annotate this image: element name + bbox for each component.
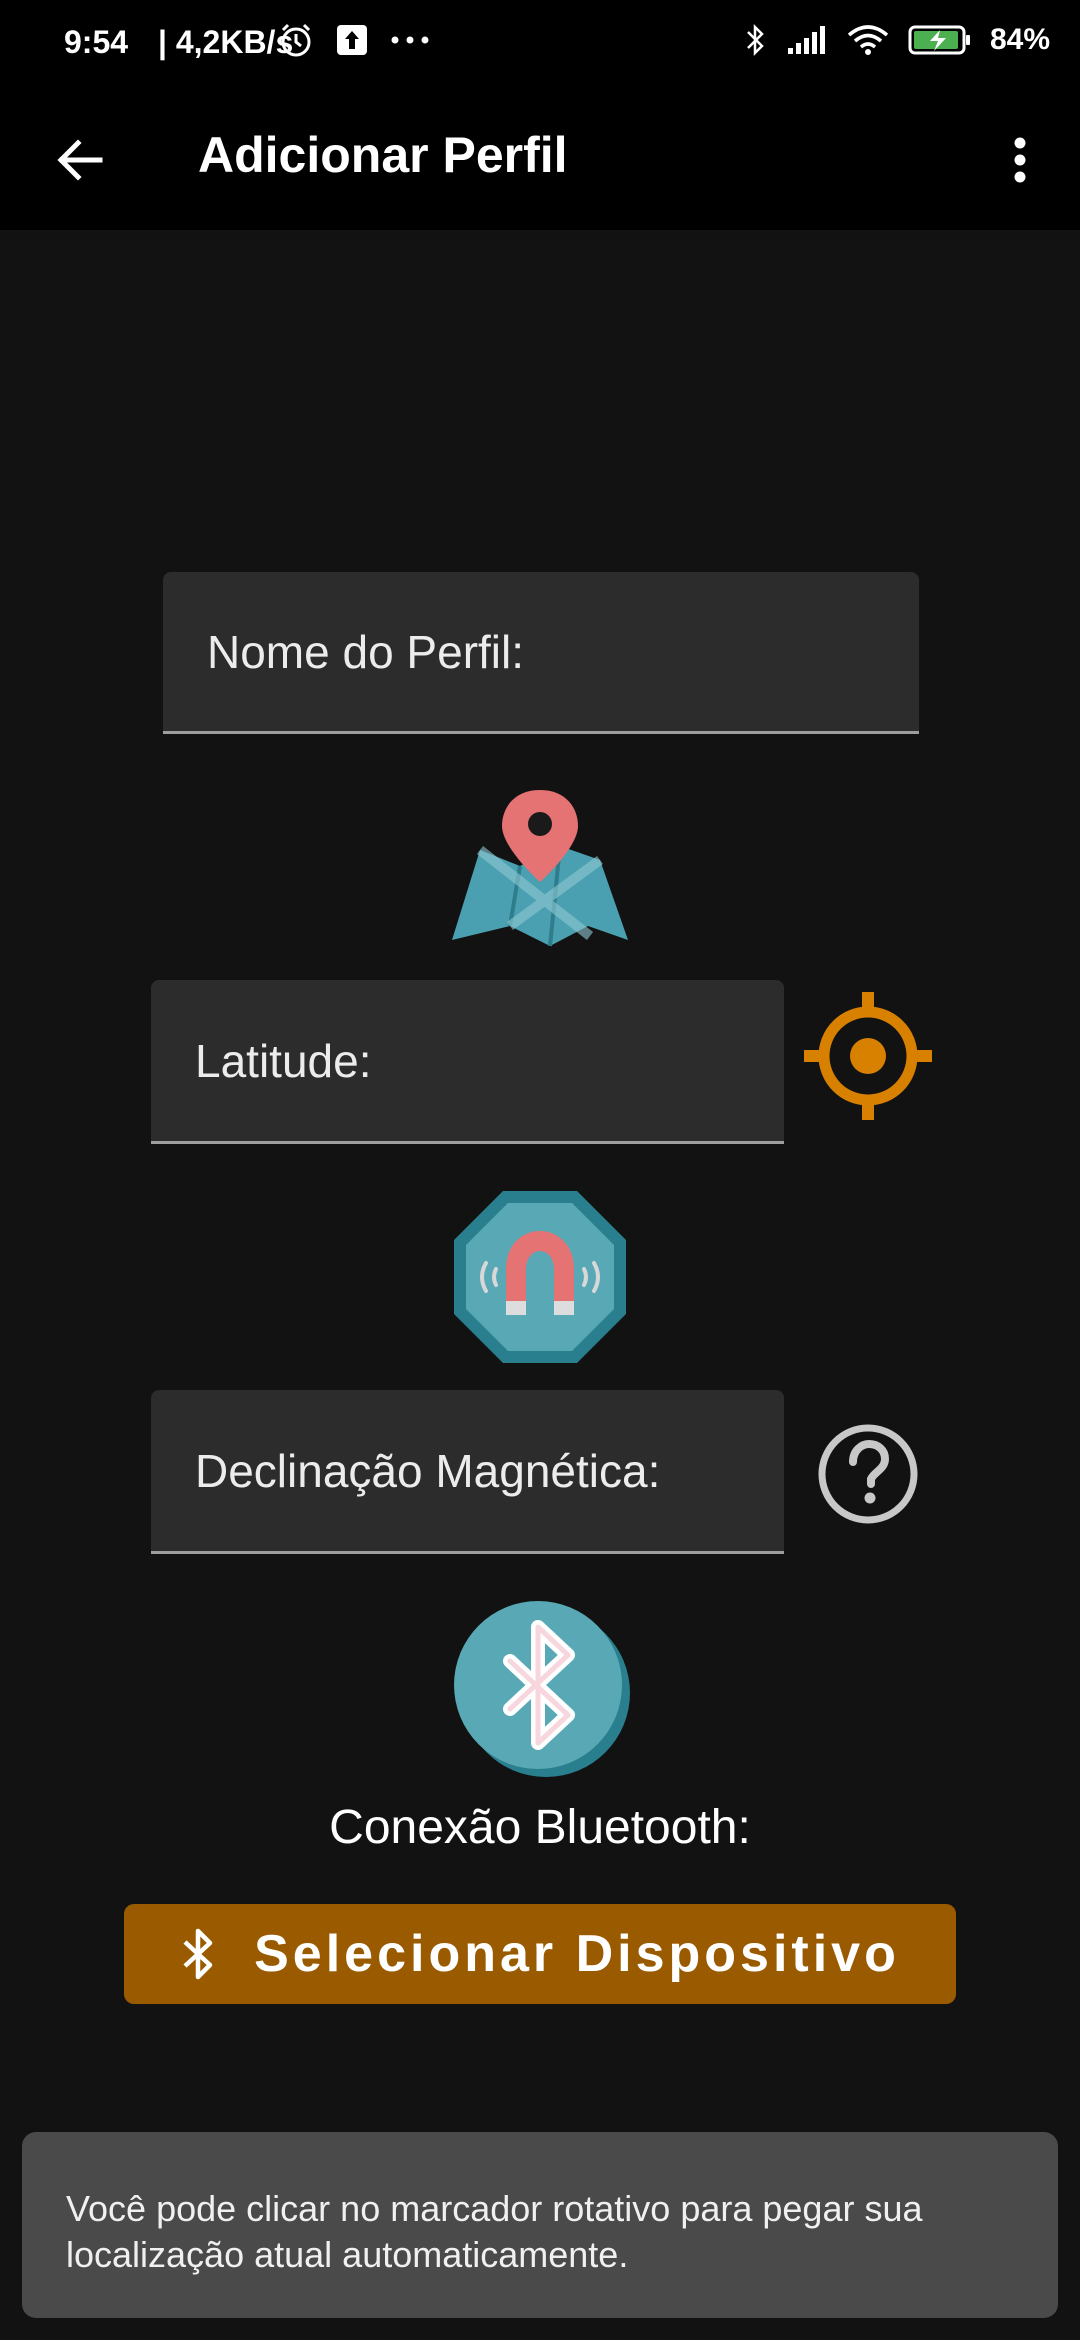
- crosshair-icon: [804, 992, 932, 1120]
- select-device-label: Selecionar Dispositivo: [254, 1925, 900, 1983]
- select-device-button[interactable]: Selecionar Dispositivo: [124, 1904, 956, 2004]
- bluetooth-connection-label: Conexão Bluetooth:: [329, 1801, 751, 1854]
- magnetic-declination-input[interactable]: [151, 1390, 784, 1551]
- signal-icon: [787, 26, 825, 54]
- screen: 9:54 | 4,2KB/s 84% Adicionar Perfil Nome…: [0, 0, 1080, 2340]
- profile-name-field[interactable]: [163, 572, 919, 734]
- latitude-input[interactable]: [151, 980, 784, 1141]
- latitude-field[interactable]: [151, 980, 784, 1144]
- get-location-button[interactable]: [804, 992, 932, 1120]
- bluetooth-status-icon: [747, 23, 764, 57]
- help-circle-icon: [818, 1424, 918, 1524]
- bluetooth-icon: [450, 1597, 630, 1777]
- bluetooth-button-icon: [183, 1928, 213, 1980]
- battery-percentage: 84%: [989, 23, 1050, 56]
- magnetic-declination-field[interactable]: [151, 1390, 784, 1554]
- app-bar: Adicionar Perfil: [0, 90, 1080, 230]
- magnet-icon: [450, 1187, 630, 1367]
- overflow-menu-button[interactable]: [980, 120, 1060, 200]
- map-pin-icon: [450, 786, 630, 950]
- status-network-speed: | 4,2KB/s: [158, 24, 294, 60]
- arrow-left-icon: [57, 139, 103, 181]
- status-bar: 9:54 | 4,2KB/s 84%: [0, 0, 1080, 90]
- battery-icon: [908, 25, 970, 55]
- hint-toast: Você pode clicar no marcador rotativo pa…: [22, 2132, 1058, 2318]
- status-icons-left: [278, 22, 430, 58]
- profile-name-input[interactable]: [163, 572, 919, 731]
- status-icons-right: 84%: [744, 22, 1050, 58]
- status-time: 9:54: [64, 24, 129, 60]
- alarm-icon: [281, 23, 311, 57]
- back-button[interactable]: [40, 120, 120, 200]
- wifi-icon: [847, 25, 889, 55]
- declination-help-button[interactable]: [816, 1422, 920, 1526]
- upload-icon: [337, 25, 367, 55]
- hint-toast-text: Você pode clicar no marcador rotativo pa…: [66, 2188, 923, 2275]
- more-vertical-icon: [1014, 137, 1026, 183]
- more-notifications-icon: [391, 36, 429, 44]
- page-title: Adicionar Perfil: [198, 127, 568, 183]
